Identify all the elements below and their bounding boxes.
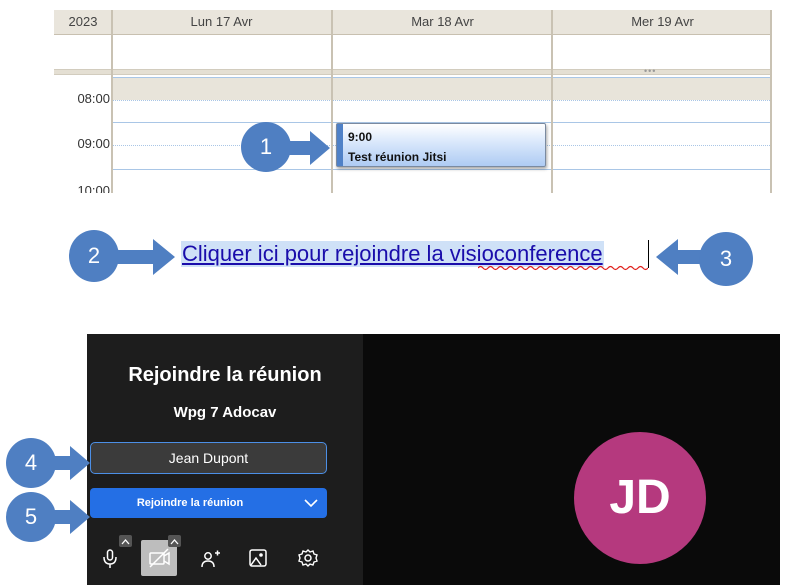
event-color-bar [337,124,343,166]
prejoin-title: Rejoindre la réunion [128,364,322,386]
callout-number-2: 2 [69,230,119,282]
calendar-event[interactable]: 9:00 Test réunion Jitsi [336,123,546,167]
jitsi-prejoin-screen: Rejoindre la réunion Wpg 7 Adocav Rejoin… [87,334,780,585]
audio-options-caret[interactable] [119,535,132,547]
meeting-name: Wpg 7 Adocav [173,404,277,421]
settings-gear-icon [298,549,318,567]
invite-people-icon [201,550,220,568]
day-header-wednesday[interactable]: Mer 19 Avr [553,10,772,34]
callout-number-5: 5 [6,492,56,542]
non-working-hours-row [112,78,772,100]
background-image-icon [249,549,267,567]
all-day-row[interactable] [54,35,772,69]
chevron-up-icon [170,539,179,545]
column-divider [770,10,772,193]
half-hour-line [112,100,772,101]
spellcheck-underline [478,265,648,271]
calendar-year: 2023 [68,14,98,29]
column-divider [111,10,113,193]
event-time: 9:00 [348,130,373,144]
time-label-1000: 10:00 [77,183,110,193]
user-avatar: JD [574,432,706,564]
hour-line [112,169,772,170]
background-button[interactable] [240,540,276,576]
callout-number-3: 3 [699,232,753,286]
video-options-caret[interactable] [168,535,181,547]
column-divider [551,10,553,193]
callout-number-4: 4 [6,438,56,488]
calendar-week-view: 2023 Lun 17 Avr Mar 18 Avr Mer 19 Avr ••… [54,10,772,193]
invite-people-button[interactable] [192,540,228,576]
callout-number-1: 1 [241,122,291,172]
callout-arrow-icon [52,446,90,480]
join-meeting-button[interactable]: Rejoindre la réunion [90,488,327,518]
chevron-down-icon[interactable] [303,496,319,510]
join-meeting-label: Rejoindre la réunion [136,497,244,509]
day-header-monday[interactable]: Lun 17 Avr [112,10,331,34]
callout-arrow-icon [286,131,330,165]
calendar-header: 2023 Lun 17 Avr Mar 18 Avr Mer 19 Avr [54,10,772,35]
prejoin-toolbar [87,532,363,582]
callout-arrow-icon [115,239,175,275]
settings-button[interactable] [290,540,326,576]
callout-arrow-icon [52,500,90,534]
time-label-0900: 09:00 [77,136,110,151]
text-cursor [648,240,649,268]
visioconference-link[interactable]: Cliquer ici pour rejoindre la visioconfe… [181,241,604,267]
hour-line [112,77,772,78]
time-label-0800: 08:00 [77,91,110,106]
prejoin-panel: Rejoindre la réunion Wpg 7 Adocav Rejoin… [87,334,363,585]
chevron-up-icon [121,539,130,545]
display-name-input[interactable] [90,442,327,474]
event-title: Test réunion Jitsi [348,150,447,164]
day-header-tuesday[interactable]: Mar 18 Avr [333,10,552,34]
